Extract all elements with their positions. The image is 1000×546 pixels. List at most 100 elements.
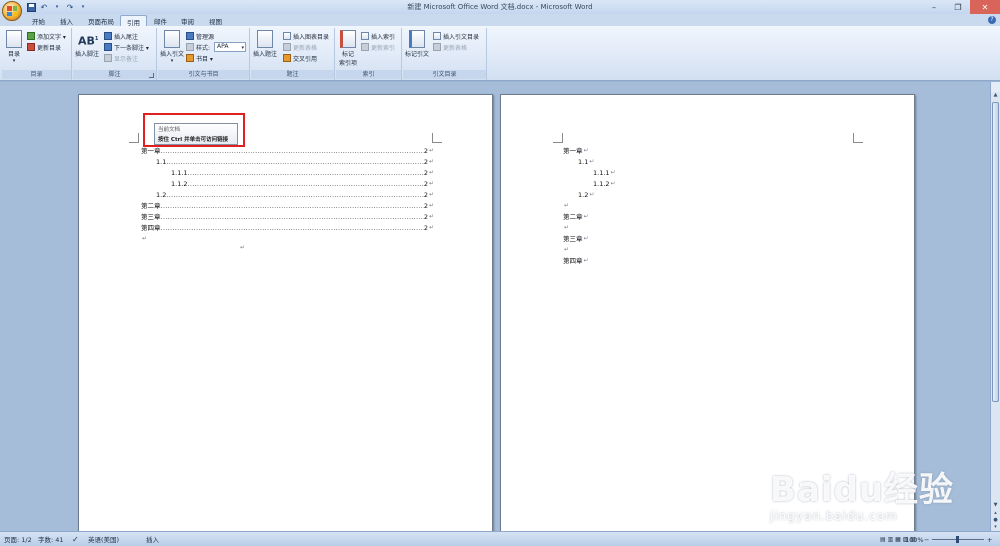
toc-button[interactable]: 目录 ▾ <box>6 30 22 64</box>
group-toa: 标记引文 插入引文目录 更新表格 引文目录 <box>403 28 487 80</box>
toc-entry[interactable]: 1.1.....................................… <box>156 157 434 167</box>
manage-sources-icon <box>186 32 194 40</box>
update-table-button[interactable]: 更新表格 <box>283 42 317 52</box>
word-count[interactable]: 字数: 41 <box>38 535 64 545</box>
insert-index-button[interactable]: 插入索引 <box>361 31 395 41</box>
group-label-captions: 题注 <box>251 70 334 79</box>
tab-page-layout[interactable]: 页面布局 <box>82 15 120 26</box>
scroll-up-icon[interactable]: ▲ <box>992 92 999 99</box>
heading-line[interactable]: 1.1.2 ↵ <box>593 179 616 189</box>
zoom-level[interactable]: 100% <box>905 535 924 545</box>
page-1[interactable]: 第一章.....................................… <box>78 94 493 531</box>
window-title: 新建 Microsoft Office Word 文档.docx - Micro… <box>407 3 593 11</box>
scroll-down-icon[interactable]: ▼ <box>992 502 999 509</box>
paragraph-mark: ↵ <box>564 224 570 231</box>
vertical-scrollbar[interactable]: ▲ ▼ ▴ ● ▾ <box>990 92 1000 531</box>
group-footnotes: AB1 插入脚注 插入尾注 下一条脚注 ▾ 显示备注 脚注 <box>73 28 157 80</box>
group-toc: 目录 ▾ 添加文字 ▾ 更新目录 目录 <box>2 28 72 80</box>
toc-entry[interactable]: 第一章.....................................… <box>141 146 434 156</box>
update-toa-button[interactable]: 更新表格 <box>433 42 467 52</box>
language-indicator[interactable]: 英语(美国) <box>88 535 119 545</box>
group-label-toa: 引文目录 <box>403 70 486 79</box>
minimize-button[interactable]: – <box>922 0 946 14</box>
tab-review[interactable]: 审阅 <box>175 15 200 26</box>
toc-icon <box>6 30 22 48</box>
insert-toa-button[interactable]: 插入引文目录 <box>433 31 479 41</box>
zoom-in-icon[interactable]: + <box>987 535 992 545</box>
office-logo-icon <box>7 6 17 16</box>
heading-line[interactable]: 第一章 ↵ <box>563 146 589 156</box>
heading-line[interactable]: 第三章 ↵ <box>563 234 589 244</box>
footnote-dialog-launcher-icon[interactable] <box>149 73 154 78</box>
group-label-footnotes: 脚注 <box>73 70 156 79</box>
office-button[interactable] <box>2 1 22 21</box>
mark-citation-button[interactable]: 标记引文 <box>405 30 429 58</box>
table-of-figures-icon <box>283 32 291 40</box>
add-text-icon <box>27 32 35 40</box>
baidu-watermark: Baidu经验 jingyan.baidu.com <box>770 470 955 523</box>
ribbon-tabs: 开始 插入 页面布局 引用 邮件 审阅 视图 ? <box>0 14 1000 27</box>
show-notes-button[interactable]: 显示备注 <box>104 53 138 63</box>
insert-table-of-figures-button[interactable]: 插入图表目录 <box>283 31 329 41</box>
toc-entry[interactable]: 第四章.....................................… <box>141 223 434 233</box>
heading-line[interactable]: 第二章 ↵ <box>563 212 589 222</box>
ribbon: 目录 ▾ 添加文字 ▾ 更新目录 目录 AB1 插入脚注 插入尾注 下一条脚注 … <box>0 26 1000 81</box>
insert-mode-indicator[interactable]: 插入 <box>146 535 159 545</box>
update-table-icon <box>283 43 291 51</box>
footnote-ab-icon: AB1 <box>78 34 99 48</box>
group-label-index: 索引 <box>336 70 401 79</box>
paragraph-mark: ↵ <box>564 246 570 253</box>
bibliography-button[interactable]: 书目 ▾ <box>186 53 213 63</box>
page-count[interactable]: 页面: 1/2 <box>4 535 32 545</box>
toc-entry[interactable]: 第三章.....................................… <box>141 212 434 222</box>
status-bar: 页面: 1/2 字数: 41 ✓ 英语(美国) 插入 ▤ ▥ ▦ ▧ ▨ 100… <box>0 531 1000 546</box>
mark-citation-icon <box>409 30 425 48</box>
next-page-icon[interactable]: ▾ <box>992 524 999 531</box>
tab-mailings[interactable]: 邮件 <box>148 15 173 26</box>
scrollbar-thumb[interactable] <box>992 102 999 402</box>
update-toc-button[interactable]: 更新目录 <box>27 42 61 52</box>
group-citations: 插入引文 ▾ 管理源 样式: APA ▾ 书目 ▾ 引文与书目 <box>158 28 250 80</box>
tab-references[interactable]: 引用 <box>120 15 147 27</box>
tab-insert[interactable]: 插入 <box>54 15 79 26</box>
toc-entry[interactable]: 1.1.1...................................… <box>171 168 434 178</box>
bibliography-icon <box>186 54 194 62</box>
heading-line[interactable]: 第四章 ↵ <box>563 256 589 266</box>
heading-line[interactable]: 1.1 ↵ <box>578 157 594 167</box>
chevron-down-icon: ▾ <box>241 45 244 51</box>
insert-citation-button[interactable]: 插入引文 ▾ <box>160 30 184 64</box>
select-browse-object-icon[interactable]: ● <box>992 517 999 524</box>
style-label: 样式: <box>186 42 210 52</box>
next-footnote-icon <box>104 43 112 51</box>
close-button[interactable]: ✕ <box>970 0 1000 14</box>
restore-button[interactable]: ❐ <box>946 0 970 14</box>
zoom-slider-handle[interactable] <box>956 536 959 543</box>
mark-entry-button[interactable]: 标记 索引项 <box>339 30 357 67</box>
insert-endnote-button[interactable]: 插入尾注 <box>104 31 138 41</box>
previous-page-icon[interactable]: ▴ <box>992 510 999 517</box>
style-icon <box>186 43 194 51</box>
toc-entry[interactable]: 1.1.2...................................… <box>171 179 434 189</box>
heading-line[interactable]: 1.1.1 ↵ <box>593 168 616 178</box>
manage-sources-button[interactable]: 管理源 <box>186 31 214 41</box>
add-text-button[interactable]: 添加文字 ▾ <box>27 31 66 41</box>
tab-home[interactable]: 开始 <box>26 15 51 26</box>
next-footnote-button[interactable]: 下一条脚注 ▾ <box>104 42 149 52</box>
toc-entry[interactable]: 1.2.....................................… <box>156 190 434 200</box>
tab-view[interactable]: 视图 <box>203 15 228 26</box>
heading-line[interactable]: 1.2 ↵ <box>578 190 594 200</box>
update-index-button[interactable]: 更新索引 <box>361 42 395 52</box>
insert-footnote-button[interactable]: AB1 插入脚注 <box>75 30 99 58</box>
ruler-toggle-icon[interactable] <box>990 82 1000 92</box>
mark-entry-icon <box>340 30 356 48</box>
insert-caption-button[interactable]: 插入题注 <box>253 30 277 58</box>
zoom-out-icon[interactable]: − <box>924 535 929 545</box>
citation-style-select[interactable]: APA ▾ <box>214 42 246 52</box>
toc-entry[interactable]: 第二章.....................................… <box>141 201 434 211</box>
help-icon[interactable]: ? <box>988 16 996 24</box>
cross-reference-button[interactable]: 交叉引用 <box>283 53 317 63</box>
update-toa-icon <box>433 43 441 51</box>
group-label-citations: 引文与书目 <box>158 70 249 79</box>
proofing-icon[interactable]: ✓ <box>72 535 79 545</box>
annotation-highlight-box <box>143 113 245 147</box>
